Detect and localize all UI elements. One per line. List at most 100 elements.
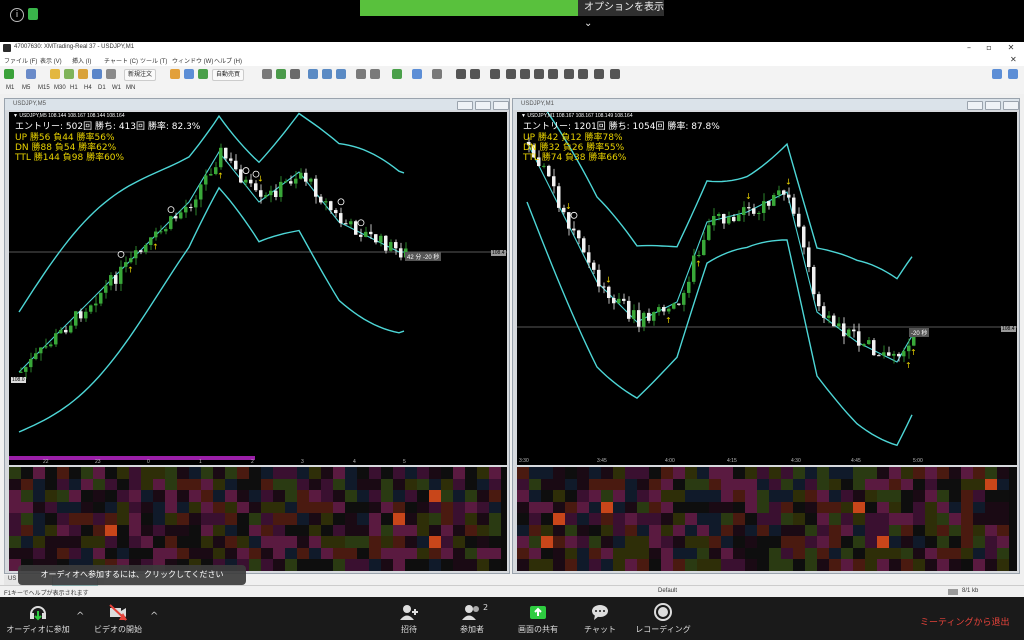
metaeditor-icon[interactable] — [170, 69, 180, 79]
video-options-chevron-icon[interactable]: ^ — [150, 611, 158, 622]
view-options-button[interactable]: オプションを表示 ⌄ — [578, 0, 664, 29]
price-chart[interactable]: ↓ ↓ ↑ ↑ ↓ ↓ ↑ ↑ ▼ USDJPY,M1 108.167 108.167 108… — [517, 112, 1017, 465]
minimize-icon[interactable]: – — [960, 43, 978, 53]
timeframe-m5[interactable]: M5 — [20, 83, 32, 93]
record-button[interactable]: レコーディング — [630, 601, 696, 639]
templates-icon[interactable] — [432, 69, 442, 79]
heatmap-cell — [189, 490, 201, 502]
timeframe-h1[interactable]: H1 — [68, 83, 80, 93]
horizontal-line-icon[interactable] — [506, 69, 516, 79]
trendline-icon[interactable] — [520, 69, 530, 79]
chart-close-icon[interactable] — [1003, 101, 1019, 110]
line-chart-icon[interactable] — [290, 69, 300, 79]
menu-insert[interactable]: 挿入 (I) — [72, 56, 91, 65]
chart-window-m1[interactable]: USDJPY,M1 ↓ ↓ ↑ ↑ ↓ ↓ ↑ ↑ ▼ USDJPY,M1 108.167 1… — [512, 98, 1020, 574]
timeframe-w1[interactable]: W1 — [110, 83, 123, 93]
auto-trading-button[interactable]: 自動売買 — [212, 69, 245, 81]
search-icon[interactable] — [992, 69, 1002, 79]
market-icon[interactable] — [198, 69, 208, 79]
timeframe-m1[interactable]: M1 — [4, 83, 16, 93]
chart-minimize-icon[interactable] — [457, 101, 473, 110]
zoom-in-icon[interactable] — [308, 69, 318, 79]
chart-tab[interactable]: US — [8, 576, 16, 582]
data-window-icon[interactable] — [64, 69, 74, 79]
menu-tools[interactable]: ツール (T) — [140, 56, 167, 65]
candlestick-icon[interactable] — [276, 69, 286, 79]
timeframe-d1[interactable]: D1 — [96, 83, 108, 93]
navigator-icon[interactable] — [78, 69, 88, 79]
heatmap-cell — [261, 478, 273, 490]
menu-chart[interactable]: チャート (C) — [104, 56, 138, 65]
start-video-button[interactable]: ビデオの開始 — [88, 601, 148, 639]
heatmap-cell — [249, 467, 261, 479]
heatmap-cell — [541, 524, 553, 536]
period-icon[interactable] — [412, 69, 422, 79]
community-icon[interactable] — [184, 69, 194, 79]
more-objects-icon[interactable] — [610, 69, 620, 79]
chart-window-m5[interactable]: USDJPY,M5 ↑ ↑ ↑ ↓ ▼ USDJPY,M5 108.144 108.1… — [4, 98, 510, 574]
candle-body — [374, 234, 378, 243]
heatmap-cell — [961, 536, 973, 548]
heatmap-cell — [357, 490, 369, 502]
heatmap-cell — [661, 559, 673, 571]
heatmap-cell — [709, 559, 721, 571]
bar-chart-icon[interactable] — [262, 69, 272, 79]
chart-restore-icon[interactable] — [475, 101, 491, 110]
fibonacci-icon[interactable] — [548, 69, 558, 79]
tile-windows-icon[interactable] — [336, 69, 346, 79]
heatmap-cell — [769, 559, 781, 571]
vertical-line-icon[interactable] — [490, 69, 500, 79]
audio-options-chevron-icon[interactable]: ^ — [76, 611, 84, 622]
cursor-icon[interactable] — [456, 69, 466, 79]
strategy-tester-icon[interactable] — [106, 69, 116, 79]
profiles-icon[interactable] — [26, 69, 36, 79]
timeframe-m30[interactable]: M30 — [52, 83, 68, 93]
timeframe-mn[interactable]: MN — [124, 83, 137, 93]
share-screen-button[interactable]: 画面の共有 — [510, 601, 566, 639]
heatmap-cell — [417, 559, 429, 571]
chart-minimize-icon[interactable] — [967, 101, 983, 110]
heatmap-cell — [81, 490, 93, 502]
menu-view[interactable]: 表示 (V) — [40, 56, 62, 65]
market-watch-icon[interactable] — [50, 69, 60, 79]
heatmap-cell — [93, 478, 105, 490]
new-order-button[interactable]: 新規注文 — [124, 69, 157, 81]
text-label-icon[interactable] — [578, 69, 588, 79]
heatmap-cell — [465, 467, 477, 479]
heatmap-cell — [805, 467, 817, 479]
maximize-icon[interactable]: ▫ — [980, 43, 998, 53]
auto-scroll-icon[interactable] — [370, 69, 380, 79]
lock-icon[interactable] — [28, 8, 38, 20]
chat-bubble-icon[interactable] — [1008, 69, 1018, 79]
candle-countdown: -20 秒 — [909, 328, 930, 337]
info-icon[interactable]: i — [10, 8, 24, 22]
heatmap-cell — [333, 524, 345, 536]
timeframe-h4[interactable]: H4 — [82, 83, 94, 93]
heatmap-cell — [117, 547, 129, 559]
invite-button[interactable]: 招待 — [386, 601, 432, 639]
indicators-icon[interactable] — [392, 69, 402, 79]
mdi-close-icon[interactable]: ✕ — [1010, 55, 1017, 64]
chart-close-icon[interactable] — [493, 101, 509, 110]
join-audio-button[interactable]: オーディオに参加 — [0, 601, 76, 639]
menu-window[interactable]: ウィンドウ (W) — [172, 56, 213, 65]
menu-file[interactable]: ファイル (F) — [4, 56, 37, 65]
timeframe-m15[interactable]: M15 — [36, 83, 52, 93]
arrows-icon[interactable] — [594, 69, 604, 79]
price-chart[interactable]: ↑ ↑ ↑ ↓ ▼ USDJPY,M5 108.144 108.167 108.144… — [9, 112, 507, 465]
heatmap-cell — [769, 501, 781, 513]
signal-arrow: ↑ — [217, 172, 224, 181]
terminal-icon[interactable] — [92, 69, 102, 79]
heatmap-cell — [949, 536, 961, 548]
chat-button[interactable]: チャット — [578, 601, 622, 639]
new-chart-icon[interactable] — [4, 69, 14, 79]
menu-help[interactable]: ヘルプ (H) — [214, 56, 242, 65]
leave-meeting-button[interactable]: ミーティングから退出 — [920, 615, 1009, 628]
zoom-out-icon[interactable] — [322, 69, 332, 79]
chart-restore-icon[interactable] — [985, 101, 1001, 110]
close-icon[interactable]: ✕ — [1002, 43, 1020, 53]
channel-icon[interactable] — [534, 69, 544, 79]
crosshair-icon[interactable] — [470, 69, 480, 79]
chart-shift-icon[interactable] — [356, 69, 366, 79]
text-icon[interactable] — [564, 69, 574, 79]
